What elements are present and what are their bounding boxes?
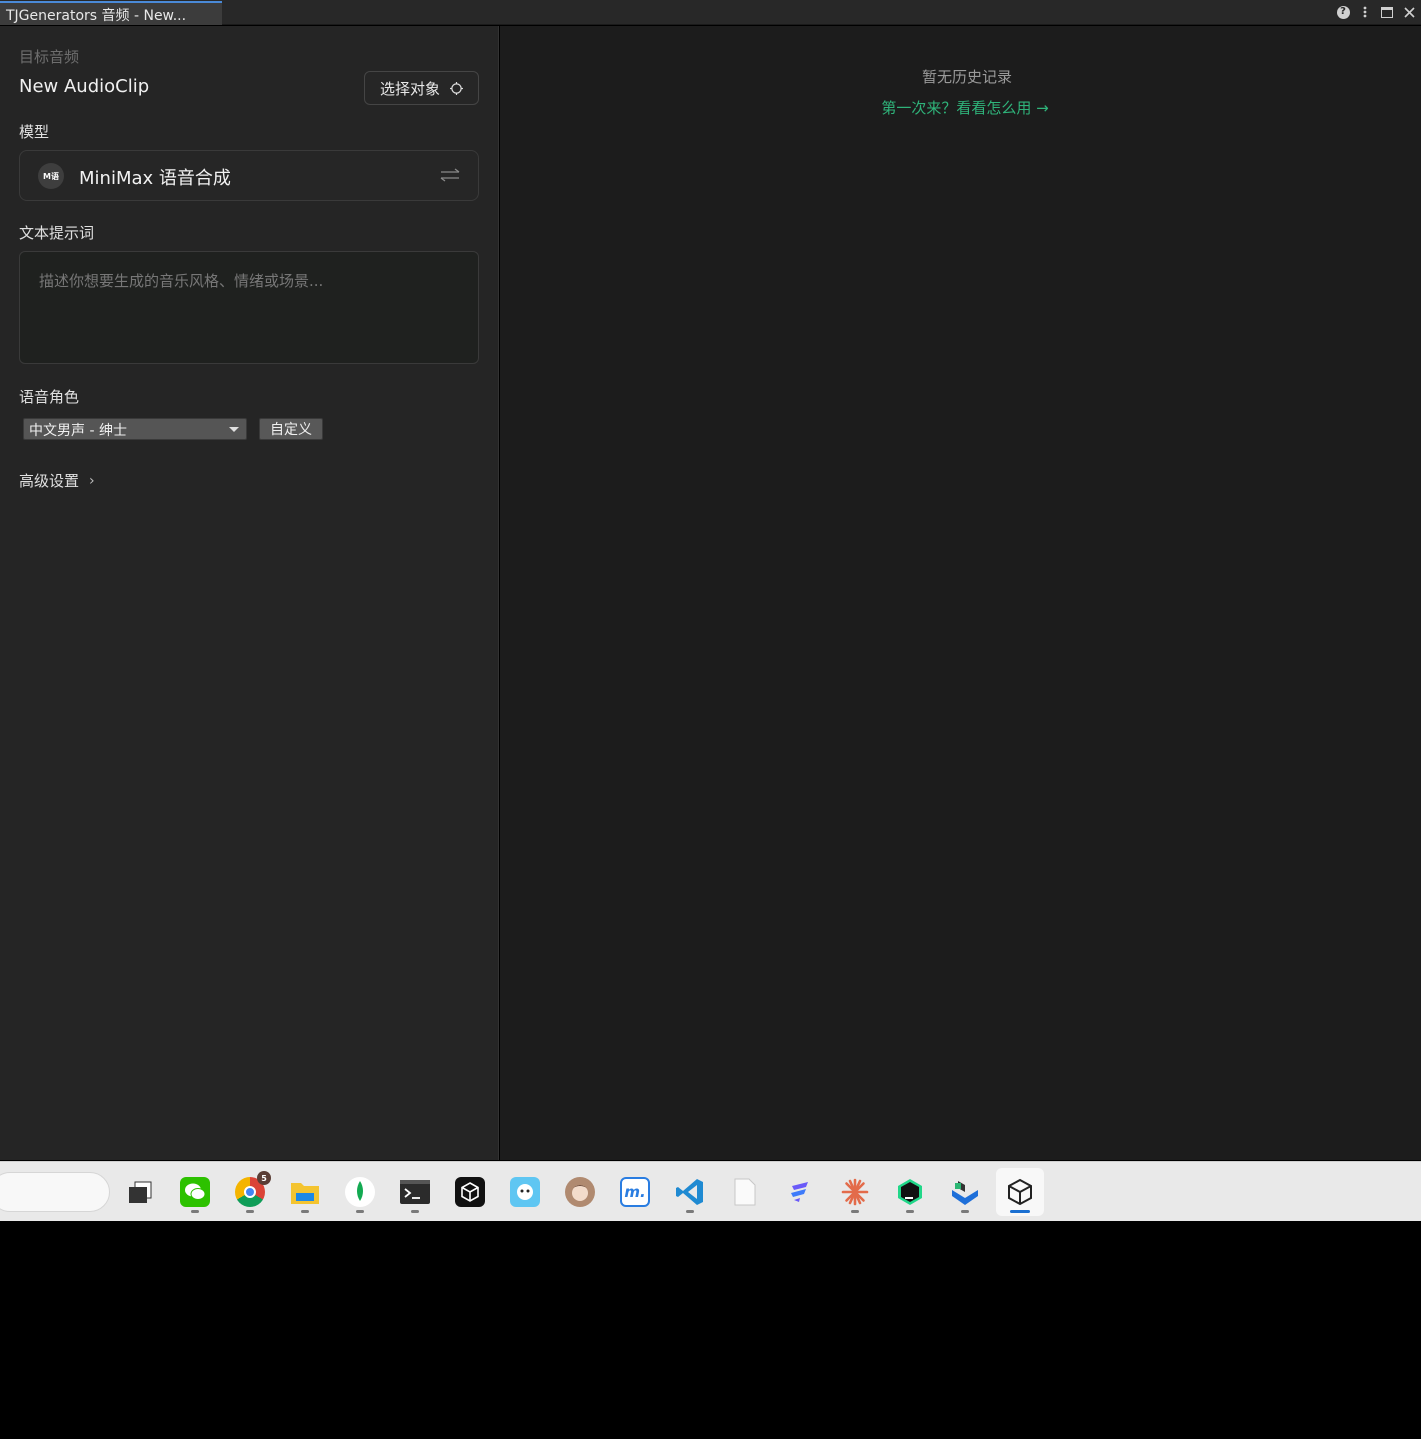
prompt-textarea[interactable]: [19, 251, 479, 364]
custom-voice-button[interactable]: 自定义: [259, 418, 323, 440]
select-object-label: 选择对象: [379, 79, 440, 98]
file-explorer-icon[interactable]: [281, 1168, 329, 1216]
voice-selected-value: 中文男声 - 绅士: [29, 423, 127, 439]
taskbar-search[interactable]: [0, 1172, 110, 1212]
unity-editor-icon[interactable]: [996, 1168, 1044, 1216]
target-audio-value: New AudioClip: [19, 76, 150, 97]
maven-app-icon[interactable]: m.: [611, 1168, 659, 1216]
mongodb-compass-icon[interactable]: [336, 1168, 384, 1216]
empty-history-text: 暂无历史记录: [921, 68, 1012, 86]
advanced-settings-toggle[interactable]: 高级设置 ›: [19, 470, 95, 491]
notepad-icon[interactable]: [721, 1168, 769, 1216]
task-view-icon[interactable]: [116, 1168, 164, 1216]
chrome-icon[interactable]: 5: [226, 1168, 274, 1216]
qq-icon[interactable]: [501, 1168, 549, 1216]
voice-label: 语音角色: [19, 388, 80, 406]
anime-avatar-app-icon[interactable]: [556, 1168, 604, 1216]
terminal-icon[interactable]: [391, 1168, 439, 1216]
more-options-icon[interactable]: [1357, 4, 1373, 20]
desktop-background: [0, 1221, 1421, 1439]
unity-tool-icon[interactable]: [941, 1168, 989, 1216]
window-controls: ?: [1335, 3, 1417, 21]
window-titlebar: TJGenerators 音频 - New... ?: [0, 0, 1421, 25]
taskbar: 5 m.: [0, 1161, 1421, 1221]
maximize-icon[interactable]: [1379, 4, 1395, 20]
minimax-logo-icon: M语: [38, 163, 64, 189]
close-icon[interactable]: [1401, 4, 1417, 20]
window-tab[interactable]: TJGenerators 音频 - New...: [0, 1, 222, 25]
advanced-settings-label: 高级设置: [19, 472, 80, 490]
feishu-icon[interactable]: [776, 1168, 824, 1216]
select-object-button[interactable]: 选择对象: [364, 71, 479, 105]
model-name: MiniMax 语音合成: [79, 168, 231, 189]
history-panel: 暂无历史记录 第一次来？看看怎么用 →: [500, 26, 1421, 1160]
help-icon[interactable]: ?: [1335, 4, 1351, 20]
swap-icon[interactable]: [440, 168, 460, 182]
model-label: 模型: [19, 123, 50, 141]
settings-panel: 目标音频 New AudioClip 选择对象 模型 M语 MiniMax 语音…: [0, 26, 499, 1160]
clion-icon[interactable]: [886, 1168, 934, 1216]
claude-icon[interactable]: [831, 1168, 879, 1216]
target-audio-label: 目标音频: [19, 48, 80, 66]
getting-started-link[interactable]: 第一次来？看看怎么用 →: [500, 97, 1421, 118]
model-selector[interactable]: M语 MiniMax 语音合成: [19, 150, 479, 201]
vscode-icon[interactable]: [666, 1168, 714, 1216]
chevron-right-icon: ›: [89, 472, 95, 489]
wechat-icon[interactable]: [171, 1168, 219, 1216]
unity-hub-icon[interactable]: [446, 1168, 494, 1216]
dropdown-caret-icon: [229, 427, 239, 432]
voice-dropdown[interactable]: 中文男声 - 绅士: [23, 418, 247, 440]
prompt-label: 文本提示词: [19, 224, 95, 242]
target-icon: [450, 81, 463, 95]
chrome-badge: 5: [257, 1171, 271, 1185]
